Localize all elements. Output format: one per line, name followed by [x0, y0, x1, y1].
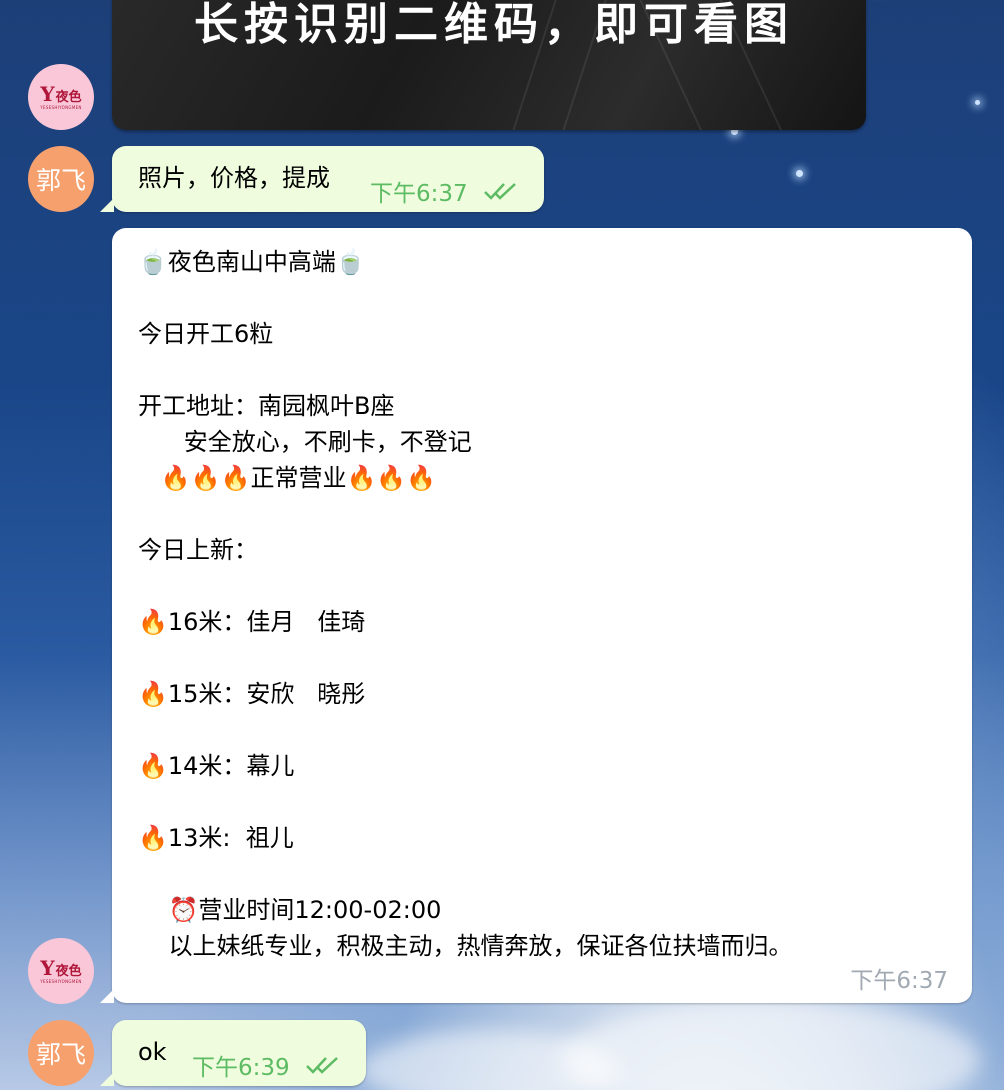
logo-chinese: 夜色 [55, 90, 82, 105]
message-text: ok [138, 1038, 167, 1066]
bubble-tail [100, 989, 114, 1003]
message-line: 以上妹纸专业，积极主动，热情奔放，保证各位扶墙而归。 [138, 932, 793, 960]
message-line: 🔥13米: 祖儿 [138, 824, 294, 852]
logo-subtitle: YESESHIYONGMEN [40, 105, 82, 110]
message-line [138, 640, 793, 676]
yese-logo-icon: Y 夜色 YESESHIYONGMEN [40, 84, 81, 110]
message-line [138, 496, 793, 532]
logo-chinese: 夜色 [55, 964, 82, 979]
image-message[interactable]: 长按识别二维码，即可看图 [112, 0, 866, 130]
message-line [138, 568, 793, 604]
message-time: 下午6:39 [192, 1055, 290, 1081]
star-decoration [796, 170, 803, 177]
logo-letter: Y [40, 82, 55, 106]
logo-letter: Y [40, 956, 55, 980]
message-line: 🔥16米：佳月 佳琦 [138, 608, 366, 636]
message-line [138, 712, 793, 748]
sender-avatar-logo[interactable]: Y 夜色 YESESHIYONGMEN [28, 938, 94, 1004]
message-text: 照片，价格，提成 [138, 164, 330, 192]
message-line: 🔥🔥🔥正常营业🔥🔥🔥 [138, 464, 437, 492]
message-line: 开工地址：南园枫叶B座 [138, 392, 395, 420]
double-check-icon [483, 183, 516, 200]
sender-avatar-logo[interactable]: Y 夜色 YESESHIYONGMEN [28, 64, 94, 130]
avatar-initials: 郭飞 [35, 1040, 86, 1069]
image-caption: 长按识别二维码，即可看图 [194, 0, 794, 50]
message-bubble-incoming[interactable]: 🍵夜色南山中高端🍵 今日开工6粒 开工地址：南园枫叶B座 安全放心，不刷卡，不登记 … [100, 228, 972, 1003]
message-body: 🍵夜色南山中高端🍵 今日开工6粒 开工地址：南园枫叶B座 安全放心，不刷卡，不登记 … [138, 244, 793, 964]
message-line: 🔥14米：幕儿 [138, 752, 295, 780]
double-check-icon [305, 1057, 338, 1074]
message-line [138, 856, 793, 892]
message-line: 今日开工6粒 [138, 320, 274, 348]
message-bubble-outgoing[interactable]: ok 下午6:39 [100, 1020, 366, 1086]
message-bubble-outgoing[interactable]: 照片，价格，提成 下午6:37 [100, 146, 544, 212]
message-line: 今日上新： [138, 536, 258, 564]
message-line [138, 280, 793, 316]
message-line: 安全放心，不刷卡，不登记 [138, 428, 472, 456]
cloud-decoration [560, 1000, 980, 1090]
message-line [138, 352, 793, 388]
yese-logo-icon: Y 夜色 YESESHIYONGMEN [40, 958, 81, 984]
message-time: 下午6:37 [370, 181, 468, 207]
avatar-initials: 郭飞 [35, 166, 86, 195]
bubble-tail [100, 1072, 114, 1086]
bubble-tail [100, 198, 114, 212]
user-avatar-guo[interactable]: 郭飞 [28, 1020, 94, 1086]
message-line: 🔥15米：安欣 晓彤 [138, 680, 366, 708]
message-line [138, 784, 793, 820]
logo-subtitle: YESESHIYONGMEN [40, 979, 82, 984]
star-decoration [975, 100, 980, 105]
message-time: 下午6:37 [850, 968, 948, 994]
message-line: 🍵夜色南山中高端🍵 [138, 248, 366, 276]
message-line: ⏰营业时间12:00-02:00 [138, 896, 442, 924]
user-avatar-guo[interactable]: 郭飞 [28, 146, 94, 212]
